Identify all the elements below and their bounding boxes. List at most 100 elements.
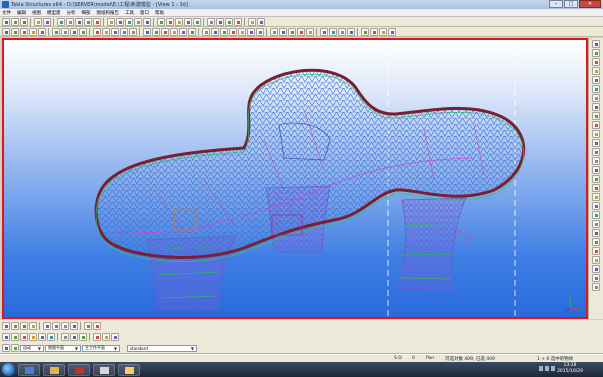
select-circle-icon[interactable] (20, 321, 28, 330)
undo-icon[interactable] (34, 17, 42, 26)
snap-perp-icon[interactable] (592, 76, 600, 84)
select-part-icon[interactable] (11, 321, 19, 330)
menu-view[interactable]: 视图 (32, 10, 41, 16)
bolt-icon[interactable] (184, 17, 192, 26)
lock-icon[interactable] (592, 220, 600, 228)
properties-icon[interactable] (93, 17, 101, 26)
cut-icon[interactable] (161, 27, 169, 36)
view-icon[interactable] (320, 27, 328, 36)
arrow-left-icon[interactable] (592, 157, 600, 165)
measure-icon[interactable] (297, 27, 305, 36)
weld-icon[interactable] (193, 17, 201, 26)
panel-icon[interactable] (120, 27, 128, 36)
snap-mid-icon[interactable] (47, 333, 55, 341)
work-plane-dropdown[interactable]: 主工作平面 ▼ (82, 344, 120, 352)
view-plane-dropdown[interactable]: 视图平面 ▼ (45, 344, 81, 352)
move-icon[interactable] (11, 344, 19, 352)
taskbar-explorer-button[interactable] (43, 363, 65, 376)
taskbar-tekla-button[interactable] (18, 363, 40, 376)
surface-icon[interactable] (152, 27, 160, 36)
select-icon[interactable] (57, 17, 65, 26)
inquire-icon[interactable] (306, 27, 314, 36)
snap-free-icon[interactable] (592, 130, 600, 138)
save-icon[interactable] (20, 17, 28, 26)
copy-icon[interactable] (66, 17, 74, 26)
delete-icon[interactable] (84, 17, 92, 26)
snap-free-icon[interactable] (93, 333, 101, 341)
clip-icon[interactable] (329, 27, 337, 36)
mark-icon[interactable] (592, 211, 600, 219)
select-point-icon[interactable] (52, 321, 60, 330)
new-icon[interactable] (2, 17, 10, 26)
point-icon[interactable] (229, 27, 237, 36)
snap-nearest-icon[interactable] (102, 333, 110, 341)
work-area-icon[interactable] (338, 27, 346, 36)
bent-plate-icon[interactable] (61, 27, 69, 36)
arrow-up-icon[interactable] (592, 175, 600, 183)
plane-icon[interactable] (592, 148, 600, 156)
grid-icon[interactable] (143, 17, 151, 26)
twin-profile-icon[interactable] (38, 27, 46, 36)
snap-center-icon[interactable] (38, 333, 46, 341)
select-surface-icon[interactable] (29, 321, 37, 330)
pan-icon[interactable] (116, 17, 124, 26)
tag-icon[interactable] (592, 193, 600, 201)
snap-geom-icon[interactable] (11, 333, 19, 341)
layer-icon[interactable] (347, 27, 355, 36)
render-icon[interactable] (592, 256, 600, 264)
combine-icon[interactable] (202, 27, 210, 36)
snap-nearest-icon[interactable] (592, 121, 600, 129)
filter-icon[interactable] (361, 27, 369, 36)
zoom-icon[interactable] (107, 17, 115, 26)
open-icon[interactable] (11, 17, 19, 26)
polybeam-icon[interactable] (20, 27, 28, 36)
camera-icon[interactable] (592, 274, 600, 282)
dim-icon[interactable] (592, 202, 600, 210)
redo-icon[interactable] (43, 17, 51, 26)
arc-icon[interactable] (247, 27, 255, 36)
auto-dropdown[interactable]: 自动 ▼ (20, 344, 44, 352)
phase-icon[interactable] (370, 27, 378, 36)
model-view-3d[interactable] (2, 38, 588, 319)
help-icon[interactable] (257, 17, 265, 26)
dimension-icon[interactable] (270, 27, 278, 36)
snap-perp-icon[interactable] (70, 333, 78, 341)
snap-end-icon[interactable] (29, 333, 37, 341)
arrow-down-icon[interactable] (592, 184, 600, 192)
numbering-icon[interactable] (234, 17, 242, 26)
orto-icon[interactable] (592, 139, 600, 147)
menu-file[interactable]: 文件 (2, 10, 11, 16)
contour-plate-icon[interactable] (52, 27, 60, 36)
snap-intersect-icon[interactable] (592, 67, 600, 75)
hide-icon[interactable] (592, 229, 600, 237)
strip-footing-icon[interactable] (79, 27, 87, 36)
snap-icon[interactable] (134, 17, 142, 26)
move-icon[interactable] (75, 17, 83, 26)
grid-select-icon[interactable] (2, 344, 10, 352)
snap-intersect-icon[interactable] (61, 333, 69, 341)
slab-icon[interactable] (111, 27, 119, 36)
select-weld-icon[interactable] (70, 321, 78, 330)
column-icon[interactable] (157, 17, 165, 26)
concrete-beam-icon[interactable] (102, 27, 110, 36)
component-icon[interactable] (207, 17, 215, 26)
menu-help[interactable]: 帮助 (155, 10, 164, 16)
standard-dropdown[interactable]: standard ▼ (127, 344, 197, 352)
beam-icon[interactable] (166, 17, 174, 26)
steel-beam-icon[interactable] (11, 27, 19, 36)
cloud-icon[interactable] (288, 27, 296, 36)
minimize-button[interactable]: – (549, 0, 563, 8)
snap-line-icon[interactable] (592, 85, 600, 93)
menu-window[interactable]: 窗口 (140, 10, 149, 16)
taskbar-autocad-button[interactable] (68, 363, 90, 376)
mesh-icon[interactable] (143, 27, 151, 36)
rebar-icon[interactable] (129, 27, 137, 36)
menu-detailing[interactable]: 细部 (82, 10, 91, 16)
snap-line-icon[interactable] (111, 333, 119, 341)
snap-geometry-icon[interactable] (592, 112, 600, 120)
drawing-icon[interactable] (216, 17, 224, 26)
clash-icon[interactable] (248, 17, 256, 26)
taskbar-folder-button[interactable] (118, 363, 140, 376)
snap-mid-icon[interactable] (592, 49, 600, 57)
snap-any-icon[interactable] (592, 94, 600, 102)
